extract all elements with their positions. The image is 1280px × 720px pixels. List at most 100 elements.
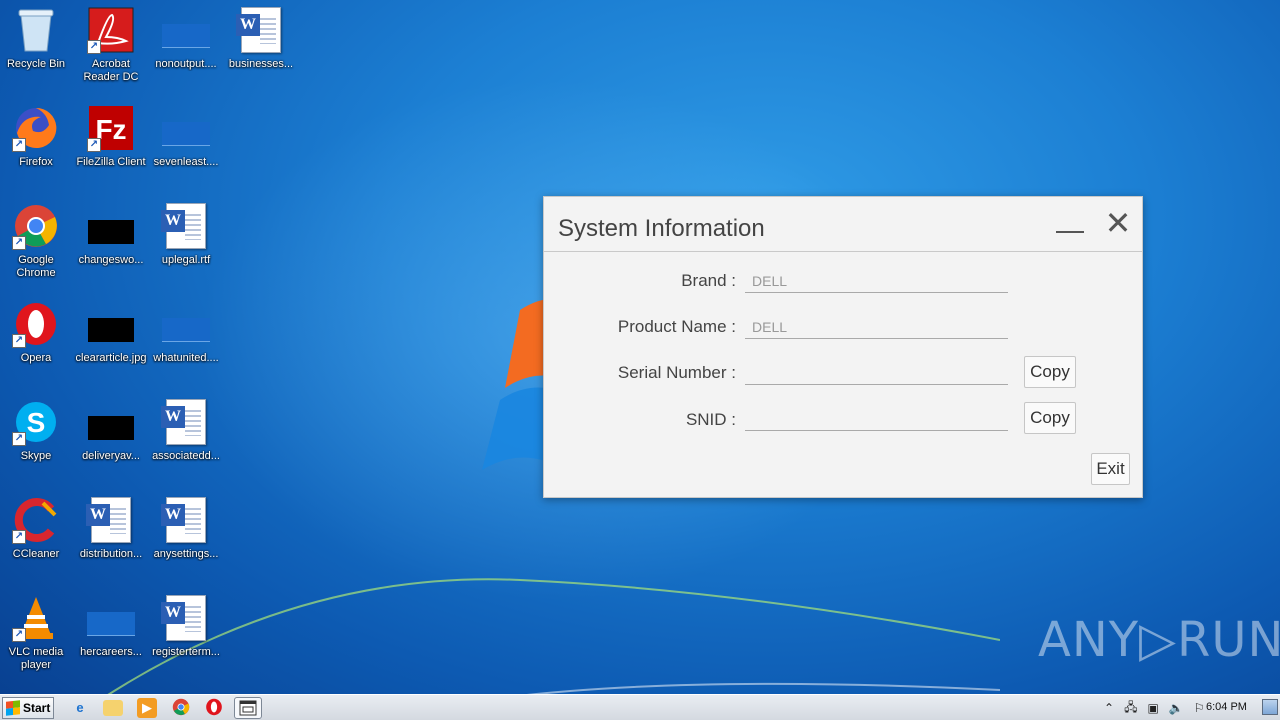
- chrome-taskbar-icon[interactable]: [171, 698, 191, 718]
- word-document-icon: W: [161, 496, 210, 544]
- desktop-icon-file[interactable]: deliveryav...: [73, 398, 149, 490]
- desktop-icon-label: CCleaner: [12, 548, 60, 560]
- desktop-icon-file[interactable]: W anysettings...: [148, 496, 224, 588]
- desktop-icon-file[interactable]: W uplegal.rtf: [148, 202, 224, 294]
- chrome-icon: ↗: [12, 202, 60, 250]
- desktop-icon-label: Google Chrome: [16, 254, 56, 279]
- desktop-icon-file[interactable]: changeswo...: [73, 202, 149, 294]
- minimize-button[interactable]: [1054, 217, 1084, 237]
- start-label: Start: [23, 701, 51, 715]
- desktop-icon-opera[interactable]: ↗ Opera: [0, 300, 74, 392]
- desktop-icon-label: deliveryav...: [82, 450, 140, 462]
- desktop-icon-acrobat[interactable]: ↗ Acrobat Reader DC: [73, 6, 149, 98]
- shortcut-arrow-icon: ↗: [12, 334, 26, 348]
- word-document-icon: W: [161, 594, 210, 642]
- system-tray: ⌃ 🖧 ▣ 🔈 ⚐: [1104, 695, 1205, 720]
- desktop-icon-ccleaner[interactable]: ↗ CCleaner: [0, 496, 74, 588]
- shortcut-arrow-icon: ↗: [12, 432, 26, 446]
- desktop-icon-chrome[interactable]: ↗ Google Chrome: [0, 202, 74, 294]
- desktop-icon-label: Acrobat Reader DC: [83, 58, 139, 83]
- desktop-icon-label: uplegal.rtf: [161, 254, 211, 266]
- anyrun-watermark: ANY▷RUN: [1038, 612, 1280, 668]
- svg-text:S: S: [27, 407, 46, 438]
- desktop-icon-recycle-bin[interactable]: Recycle Bin: [0, 6, 74, 98]
- desktop-icon-file[interactable]: nonoutput....: [148, 6, 224, 98]
- opera-icon: ↗: [12, 300, 60, 348]
- product-name-field[interactable]: [745, 315, 1008, 339]
- skype-icon: S ↗: [12, 398, 60, 446]
- active-app-taskbar-icon[interactable]: [234, 697, 262, 719]
- product-name-label: Product Name :: [617, 317, 736, 336]
- windows-flag-icon: [6, 700, 20, 716]
- image-thumbnail-icon: [87, 300, 135, 348]
- image-thumbnail-icon: [87, 202, 135, 250]
- desktop-icon-firefox[interactable]: ↗ Firefox: [0, 104, 74, 196]
- desktop-icon-filezilla[interactable]: Fz ↗ FileZilla Client: [73, 104, 149, 196]
- desktop-icon-file[interactable]: whatunited....: [148, 300, 224, 392]
- show-hidden-icons-icon[interactable]: ⌃: [1104, 701, 1114, 715]
- desktop-icon-file[interactable]: W registerterm...: [148, 594, 224, 686]
- desktop-icon-label: Opera: [20, 352, 52, 364]
- exit-button[interactable]: Exit: [1091, 453, 1130, 485]
- snid-label: SNID :: [685, 410, 736, 429]
- system-information-dialog: System Information ✕ Brand : Product Nam…: [543, 196, 1143, 498]
- shortcut-arrow-icon: ↗: [87, 138, 101, 152]
- brand-field[interactable]: [745, 269, 1008, 293]
- filezilla-icon: Fz ↗: [87, 104, 135, 152]
- desktop-icon-label: FileZilla Client: [76, 156, 146, 168]
- brand-label: Brand :: [681, 271, 736, 290]
- volume-icon[interactable]: 🔈: [1169, 701, 1184, 715]
- recycle-bin-icon: [12, 6, 60, 54]
- desktop-icon-label: changeswo...: [78, 254, 144, 266]
- desktop-icon-label: sevenleast....: [153, 156, 219, 168]
- desktop-icon-label: businesses...: [228, 58, 294, 70]
- desktop-icon-file[interactable]: cleararticle.jpg: [73, 300, 149, 392]
- desktop-icon-label: Skype: [20, 450, 52, 462]
- shortcut-arrow-icon: ↗: [87, 40, 101, 54]
- opera-taskbar-icon[interactable]: [204, 698, 224, 718]
- image-thumbnail-icon: [87, 398, 135, 446]
- network-icon[interactable]: ▣: [1147, 701, 1158, 715]
- serial-number-label: Serial Number :: [617, 363, 736, 382]
- desktop-icon-label: VLC media player: [8, 646, 64, 671]
- start-button[interactable]: Start: [2, 697, 54, 719]
- desktop-icon-vlc[interactable]: ↗ VLC media player: [0, 594, 74, 686]
- desktop-icon-label: Firefox: [19, 156, 53, 168]
- internet-explorer-icon[interactable]: e: [70, 698, 90, 718]
- shortcut-arrow-icon: ↗: [12, 628, 26, 642]
- action-center-icon[interactable]: 🖧: [1124, 698, 1137, 719]
- image-thumbnail-icon: [162, 6, 210, 54]
- desktop-icon-label: hercareers...: [80, 646, 142, 658]
- image-thumbnail-icon: [87, 594, 135, 642]
- acrobat-reader-icon: ↗: [87, 6, 135, 54]
- desktop-icon-file[interactable]: sevenleast....: [148, 104, 224, 196]
- firefox-icon: ↗: [12, 104, 60, 152]
- desktop-icon-file[interactable]: hercareers...: [73, 594, 149, 686]
- close-button[interactable]: ✕: [1104, 207, 1132, 239]
- desktop-icon-label: registerterm...: [152, 646, 220, 658]
- desktop-icon-label: anysettings...: [153, 548, 219, 560]
- desktop-icon-file[interactable]: W associatedd...: [148, 398, 224, 490]
- desktop-icon-label: nonoutput....: [155, 58, 217, 70]
- desktop-icon-file[interactable]: W distribution...: [73, 496, 149, 588]
- desktop-icon-file[interactable]: W businesses...: [223, 6, 299, 98]
- taskbar: Start e ▶ ⌃ 🖧 ▣ 🔈 ⚐ 6:04 PM: [0, 694, 1280, 720]
- desktop-icon-skype[interactable]: S ↗ Skype: [0, 398, 74, 490]
- media-player-icon[interactable]: ▶: [137, 698, 157, 718]
- desktop-icon-label: associatedd...: [152, 450, 220, 462]
- snid-field[interactable]: [745, 407, 1008, 431]
- dialog-title: System Information: [558, 215, 765, 242]
- desktop-icon-label: distribution...: [79, 548, 143, 560]
- flag-icon[interactable]: ⚐: [1194, 701, 1205, 715]
- shortcut-arrow-icon: ↗: [12, 236, 26, 250]
- desktop-icon-label: Recycle Bin: [6, 58, 66, 70]
- serial-number-field[interactable]: [745, 361, 1008, 385]
- shortcut-arrow-icon: ↗: [12, 530, 26, 544]
- vlc-icon: ↗: [12, 594, 60, 642]
- clock[interactable]: 6:04 PM: [1206, 701, 1247, 713]
- copy-serial-button[interactable]: Copy: [1024, 356, 1076, 388]
- copy-snid-button[interactable]: Copy: [1024, 402, 1076, 434]
- title-separator: [544, 251, 1142, 252]
- show-desktop-button[interactable]: [1262, 699, 1278, 715]
- file-explorer-icon[interactable]: [103, 700, 123, 716]
